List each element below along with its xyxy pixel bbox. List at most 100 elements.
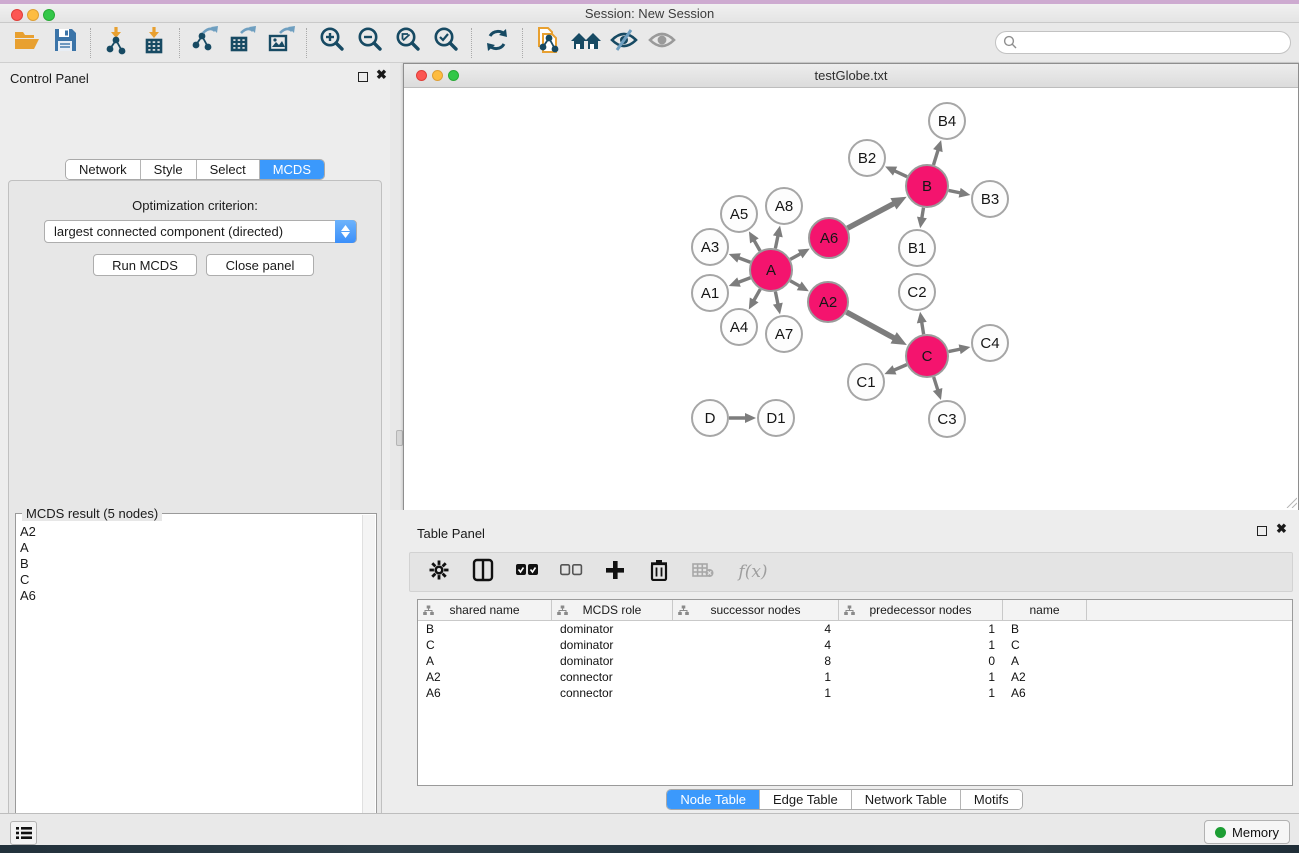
table-cell[interactable]: dominator — [552, 638, 673, 652]
deselect-all-checkboxes-button[interactable] — [556, 557, 586, 587]
table-cell[interactable]: dominator — [552, 622, 673, 636]
table-row[interactable]: Bdominator41B — [418, 621, 1292, 637]
table-cell[interactable]: 1 — [839, 622, 1003, 636]
table-cell[interactable]: A2 — [1003, 670, 1087, 684]
float-table-panel-icon[interactable] — [1257, 526, 1267, 538]
graph-node-D1[interactable]: D1 — [758, 400, 794, 436]
table-tab-network-table[interactable]: Network Table — [852, 790, 961, 809]
table-cell[interactable]: 4 — [673, 622, 839, 636]
table-settings-button[interactable] — [424, 557, 454, 587]
export-network-button[interactable] — [186, 26, 224, 60]
edge-C-C1[interactable] — [893, 365, 907, 371]
table-cell[interactable]: connector — [552, 686, 673, 700]
graph-node-B4[interactable]: B4 — [929, 103, 965, 139]
graph-node-B[interactable]: B — [906, 165, 948, 207]
table-cell[interactable]: A6 — [1003, 686, 1087, 700]
table-cell[interactable]: A2 — [418, 670, 552, 684]
import-table-button[interactable] — [135, 26, 173, 60]
graph-node-B2[interactable]: B2 — [849, 140, 885, 176]
graph-node-A8[interactable]: A8 — [766, 188, 802, 224]
graph-node-B1[interactable]: B1 — [899, 230, 935, 266]
delete-column-button[interactable] — [644, 557, 674, 587]
edge-A-A5[interactable] — [753, 239, 760, 251]
graph-node-C2[interactable]: C2 — [899, 274, 935, 310]
node-table[interactable]: shared nameMCDS rolesuccessor nodesprede… — [417, 599, 1293, 786]
edge-A-A7[interactable] — [775, 292, 778, 306]
close-panel-icon[interactable]: ✖ — [376, 70, 387, 80]
column-header-successor-nodes[interactable]: successor nodes — [673, 600, 839, 620]
table-cell[interactable]: 0 — [839, 654, 1003, 668]
edge-A-A8[interactable] — [775, 234, 778, 248]
table-cell[interactable]: B — [1003, 622, 1087, 636]
table-row[interactable]: Adominator80A — [418, 653, 1292, 669]
graph-node-A4[interactable]: A4 — [721, 309, 757, 345]
mcds-result-scrollbar[interactable] — [362, 515, 375, 853]
graph-node-A3[interactable]: A3 — [692, 229, 728, 265]
edge-A6-B[interactable] — [848, 203, 896, 228]
export-image-button[interactable] — [262, 26, 300, 60]
zoom-selected-button[interactable] — [427, 26, 465, 60]
graph-node-A2[interactable]: A2 — [808, 282, 848, 322]
resize-grip-icon[interactable] — [1283, 494, 1297, 508]
table-cell[interactable]: A — [418, 654, 552, 668]
column-header-MCDS-role[interactable]: MCDS role — [552, 600, 673, 620]
edge-C-C3[interactable] — [934, 377, 939, 391]
task-history-button[interactable] — [10, 821, 37, 845]
mcds-result-item[interactable]: A — [20, 540, 360, 556]
graph-node-B3[interactable]: B3 — [972, 181, 1008, 217]
column-visibility-button[interactable] — [468, 557, 498, 587]
table-row[interactable]: A6connector11A6 — [418, 685, 1292, 701]
table-cell[interactable]: A6 — [418, 686, 552, 700]
search-input[interactable] — [995, 31, 1291, 54]
import-network-button[interactable] — [97, 26, 135, 60]
table-cell[interactable]: 1 — [839, 638, 1003, 652]
edge-C-C2[interactable] — [921, 321, 923, 335]
optimization-criterion-select[interactable]: largest connected component (directed) — [44, 220, 357, 243]
edge-A-A3[interactable] — [737, 257, 750, 262]
zoom-in-button[interactable] — [313, 26, 351, 60]
tab-style[interactable]: Style — [141, 160, 197, 179]
graph-node-A7[interactable]: A7 — [766, 316, 802, 352]
mcds-result-list[interactable]: A2ABCA6 — [20, 524, 360, 852]
edge-B-B2[interactable] — [893, 170, 907, 176]
graph-node-C4[interactable]: C4 — [972, 325, 1008, 361]
graph-node-A6[interactable]: A6 — [809, 218, 849, 258]
tab-mcds[interactable]: MCDS — [260, 160, 324, 179]
table-tab-node-table[interactable]: Node Table — [667, 790, 760, 809]
edge-A-A1[interactable] — [737, 278, 750, 283]
zoom-out-button[interactable] — [351, 26, 389, 60]
table-cell[interactable]: 1 — [839, 686, 1003, 700]
edge-A-A4[interactable] — [753, 289, 760, 302]
network-graph-canvas[interactable]: AA6A2BCA1A3A4A5A7A8B1B2B3B4C1C2C3C4DD1 — [404, 89, 1298, 510]
graph-node-C1[interactable]: C1 — [848, 364, 884, 400]
graph-node-A1[interactable]: A1 — [692, 275, 728, 311]
table-cell[interactable]: 1 — [839, 670, 1003, 684]
hide-visibility-button[interactable] — [605, 26, 643, 60]
table-cell[interactable]: C — [418, 638, 552, 652]
table-row[interactable]: Cdominator41C — [418, 637, 1292, 653]
mcds-result-item[interactable]: A6 — [20, 588, 360, 604]
network-window-titlebar[interactable]: testGlobe.txt — [404, 64, 1298, 88]
column-header-predecessor-nodes[interactable]: predecessor nodes — [839, 600, 1003, 620]
home-button[interactable] — [567, 26, 605, 60]
add-column-button[interactable] — [600, 557, 630, 587]
close-table-panel-icon[interactable]: ✖ — [1276, 524, 1287, 534]
table-cell[interactable]: C — [1003, 638, 1087, 652]
save-session-button[interactable] — [46, 26, 84, 60]
table-cell[interactable]: B — [418, 622, 552, 636]
table-row[interactable]: A2connector11A2 — [418, 669, 1292, 685]
table-tab-motifs[interactable]: Motifs — [961, 790, 1022, 809]
table-cell[interactable]: A — [1003, 654, 1087, 668]
mcds-result-item[interactable]: B — [20, 556, 360, 572]
refresh-layout-button[interactable] — [478, 26, 516, 60]
select-all-checkboxes-button[interactable] — [512, 557, 542, 587]
table-cell[interactable]: 1 — [673, 686, 839, 700]
close-panel-button[interactable]: Close panel — [206, 254, 314, 276]
table-cell[interactable]: connector — [552, 670, 673, 684]
graph-node-C3[interactable]: C3 — [929, 401, 965, 437]
tab-select[interactable]: Select — [197, 160, 260, 179]
edge-B-B4[interactable] — [933, 149, 938, 165]
table-cell[interactable]: dominator — [552, 654, 673, 668]
export-table-button[interactable] — [224, 26, 262, 60]
graph-node-C[interactable]: C — [906, 335, 948, 377]
